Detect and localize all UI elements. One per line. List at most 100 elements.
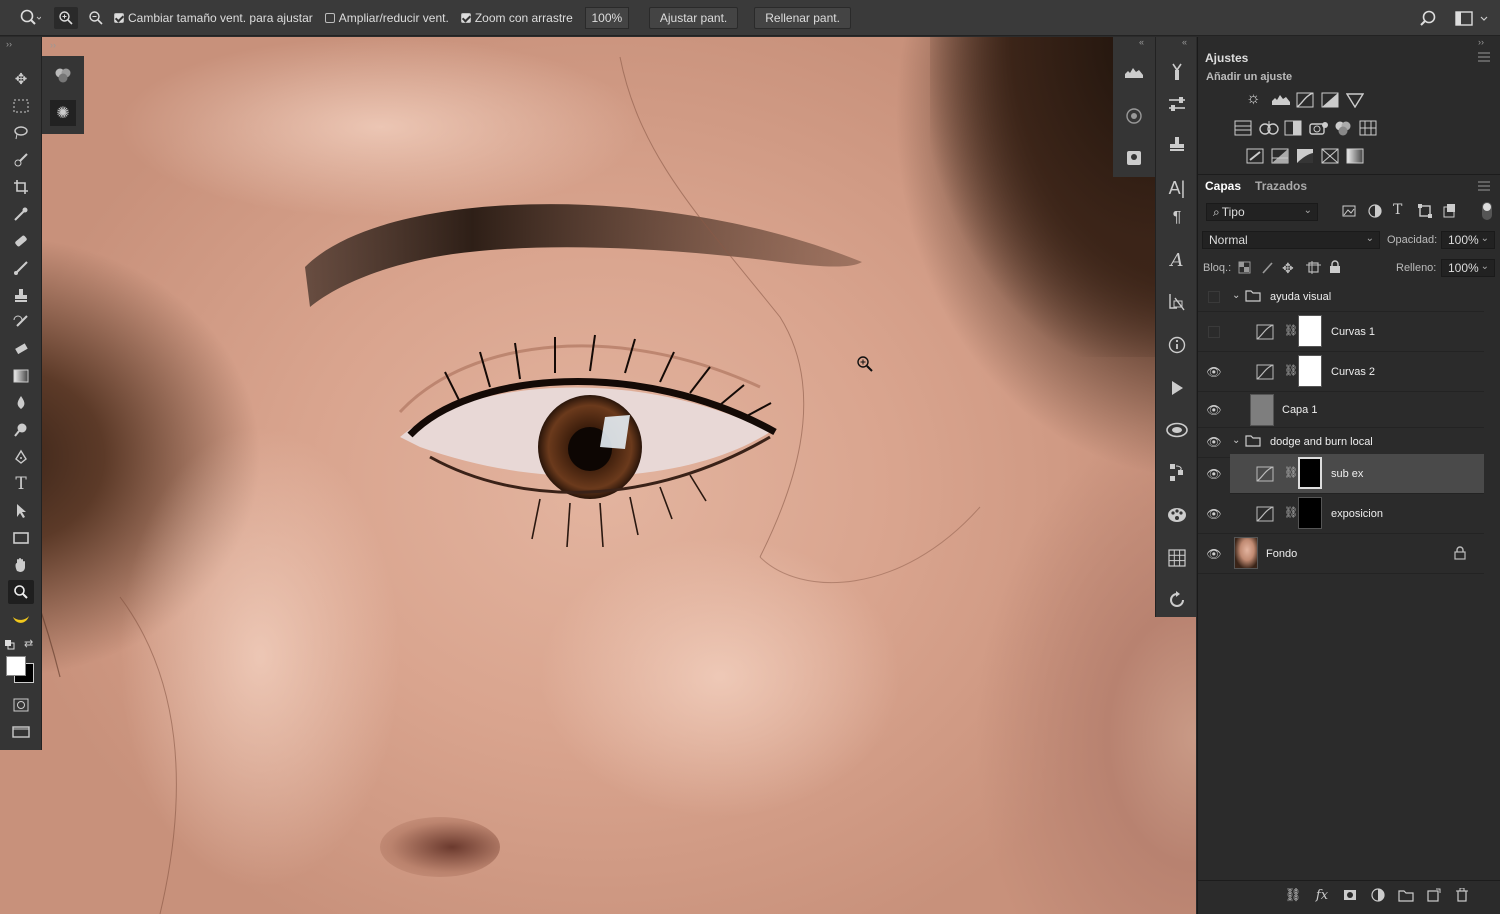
layer-mask-thumbnail[interactable] [1298,355,1322,387]
filter-type-icon[interactable]: T [1393,202,1402,218]
glyphs-panel-icon[interactable]: A [1164,247,1190,273]
eye-icon[interactable]: 👁 [1206,403,1221,417]
color-palette-icon[interactable] [1164,502,1190,528]
brightness-plugin-icon[interactable]: ✺ [50,100,76,126]
zoom-all-windows-checkbox[interactable]: Ampliar/reducir vent. [324,11,449,25]
zoom-tool-icon[interactable] [8,580,34,604]
properties-sliders-icon[interactable] [1164,91,1190,117]
eye-icon[interactable]: 👁 [1206,435,1221,449]
brush-settings-icon[interactable] [1164,59,1190,85]
layer-curvas-1[interactable]: ⛓ Curvas 1 [1198,312,1484,352]
collapse-arrows-icon[interactable]: ›› [1478,37,1484,47]
layer-exposicion[interactable]: 👁 ⛓ exposicion [1198,494,1484,534]
layer-curvas-2[interactable]: 👁 ⛓ Curvas 2 [1198,352,1484,392]
brush-tool-icon[interactable] [8,256,34,280]
filter-pixel-icon[interactable] [1342,205,1356,220]
zoom-out-icon[interactable] [84,7,108,29]
opacity-field[interactable]: 100% ⌄ [1441,231,1495,249]
rectangle-tool-icon[interactable] [8,526,34,550]
character-styles-icon[interactable] [1164,289,1190,315]
delete-layer-icon[interactable] [1453,887,1471,903]
layer-capa-1[interactable]: 👁 Capa 1 [1198,392,1484,428]
new-layer-icon[interactable] [1425,887,1443,903]
panel-menu-icon[interactable] [1478,180,1490,191]
curves-icon[interactable] [1296,92,1314,111]
zoom-tool-preset-icon[interactable] [12,7,48,29]
filter-adjustment-icon[interactable] [1368,204,1382,221]
history-panel-icon[interactable] [1164,459,1190,485]
banana-plugin-icon[interactable] [8,608,34,632]
blur-tool-icon[interactable] [8,391,34,415]
channel-mixer-icon[interactable] [1334,120,1352,139]
tab-capas[interactable]: Capas [1205,179,1241,193]
scrubby-zoom-checkbox[interactable]: Zoom con arrastre [460,11,573,25]
add-mask-icon[interactable] [1341,887,1359,903]
libraries-icon[interactable] [1164,417,1190,443]
eyedropper-tool-icon[interactable] [8,202,34,226]
zoom-percent-field[interactable]: 100% [584,6,629,29]
foreground-color-swatch[interactable] [6,656,26,676]
pen-tool-icon[interactable] [8,445,34,469]
lock-image-pixels-icon[interactable] [1261,261,1274,277]
link-chain-icon[interactable]: ⛓ [1284,324,1298,337]
eye-icon[interactable]: 👁 [1206,547,1221,561]
filter-toggle-switch[interactable] [1482,202,1492,220]
dodge-tool-icon[interactable] [8,418,34,442]
link-chain-icon[interactable]: ⛓ [1284,364,1298,377]
vibrance-icon[interactable] [1345,92,1365,111]
panel-menu-icon[interactable] [1478,51,1490,62]
path-selection-tool-icon[interactable] [8,499,34,523]
lock-all-icon[interactable] [1329,260,1341,277]
navigator-icon[interactable] [1121,103,1147,129]
layer-thumbnail[interactable] [1234,537,1258,569]
lock-transparent-pixels-icon[interactable] [1238,261,1251,277]
character-panel-icon[interactable]: A| [1164,175,1190,201]
filter-shape-icon[interactable] [1418,204,1432,221]
screen-mode-icon[interactable] [8,720,34,744]
hand-tool-icon[interactable] [8,553,34,577]
tab-trazados[interactable]: Trazados [1255,179,1307,193]
gradient-map-icon[interactable] [1346,148,1364,167]
exposure-icon[interactable] [1321,92,1339,111]
quick-selection-tool-icon[interactable] [8,148,34,172]
link-chain-icon[interactable]: ⛓ [1284,466,1298,479]
new-group-icon[interactable] [1397,887,1415,903]
chevron-down-icon[interactable]: ⌄ [1232,290,1240,301]
collapse-arrows-icon[interactable]: ›› [50,40,56,50]
layer-mask-thumbnail[interactable] [1298,497,1322,529]
color-balance-icon[interactable] [1259,120,1279,139]
refresh-rotate-icon[interactable] [1164,587,1190,613]
black-white-icon[interactable] [1284,120,1302,139]
quick-mask-icon[interactable] [8,693,34,717]
fill-screen-button[interactable]: Rellenar pant. [754,6,851,29]
color-lookup-icon[interactable] [1359,120,1377,139]
paragraph-panel-icon[interactable]: ¶ [1164,205,1190,231]
layer-mask-thumbnail[interactable] [1298,315,1322,347]
histogram-icon[interactable] [1121,59,1147,85]
document-canvas[interactable] [0,37,1196,914]
hue-saturation-icon[interactable] [1234,120,1252,139]
collapse-arrows-icon[interactable]: « [1182,37,1187,47]
lasso-tool-icon[interactable] [8,121,34,145]
collapse-arrows-icon[interactable]: ›› [6,39,12,49]
info-icon[interactable] [1164,332,1190,358]
collapse-arrows-icon[interactable]: « [1139,37,1144,47]
color-plugin-icon[interactable] [50,62,76,88]
crop-tool-icon[interactable] [8,175,34,199]
eraser-tool-icon[interactable] [8,337,34,361]
layer-group-ayuda-visual[interactable]: ⌄ ayuda visual [1198,282,1484,312]
eye-icon[interactable]: 👁 [1206,365,1221,379]
actions-play-icon[interactable] [1164,375,1190,401]
blend-mode-dropdown[interactable]: Normal ⌄ [1202,231,1380,249]
chevron-down-icon[interactable]: ⌄ [1232,435,1240,446]
clone-source-icon[interactable] [1121,145,1147,171]
filter-smart-object-icon[interactable] [1443,204,1457,221]
new-adjustment-layer-icon[interactable] [1369,887,1387,903]
layer-thumbnail[interactable] [1250,394,1274,426]
move-tool-icon[interactable]: ✥ [8,67,34,91]
layer-filter-dropdown[interactable]: ⌕ Tipo ⌄ [1206,203,1318,221]
default-colors-icon[interactable] [5,639,15,650]
search-icon[interactable] [1418,9,1438,29]
workspace-switcher-icon[interactable] [1455,10,1491,28]
visibility-off-slot[interactable] [1207,290,1221,304]
